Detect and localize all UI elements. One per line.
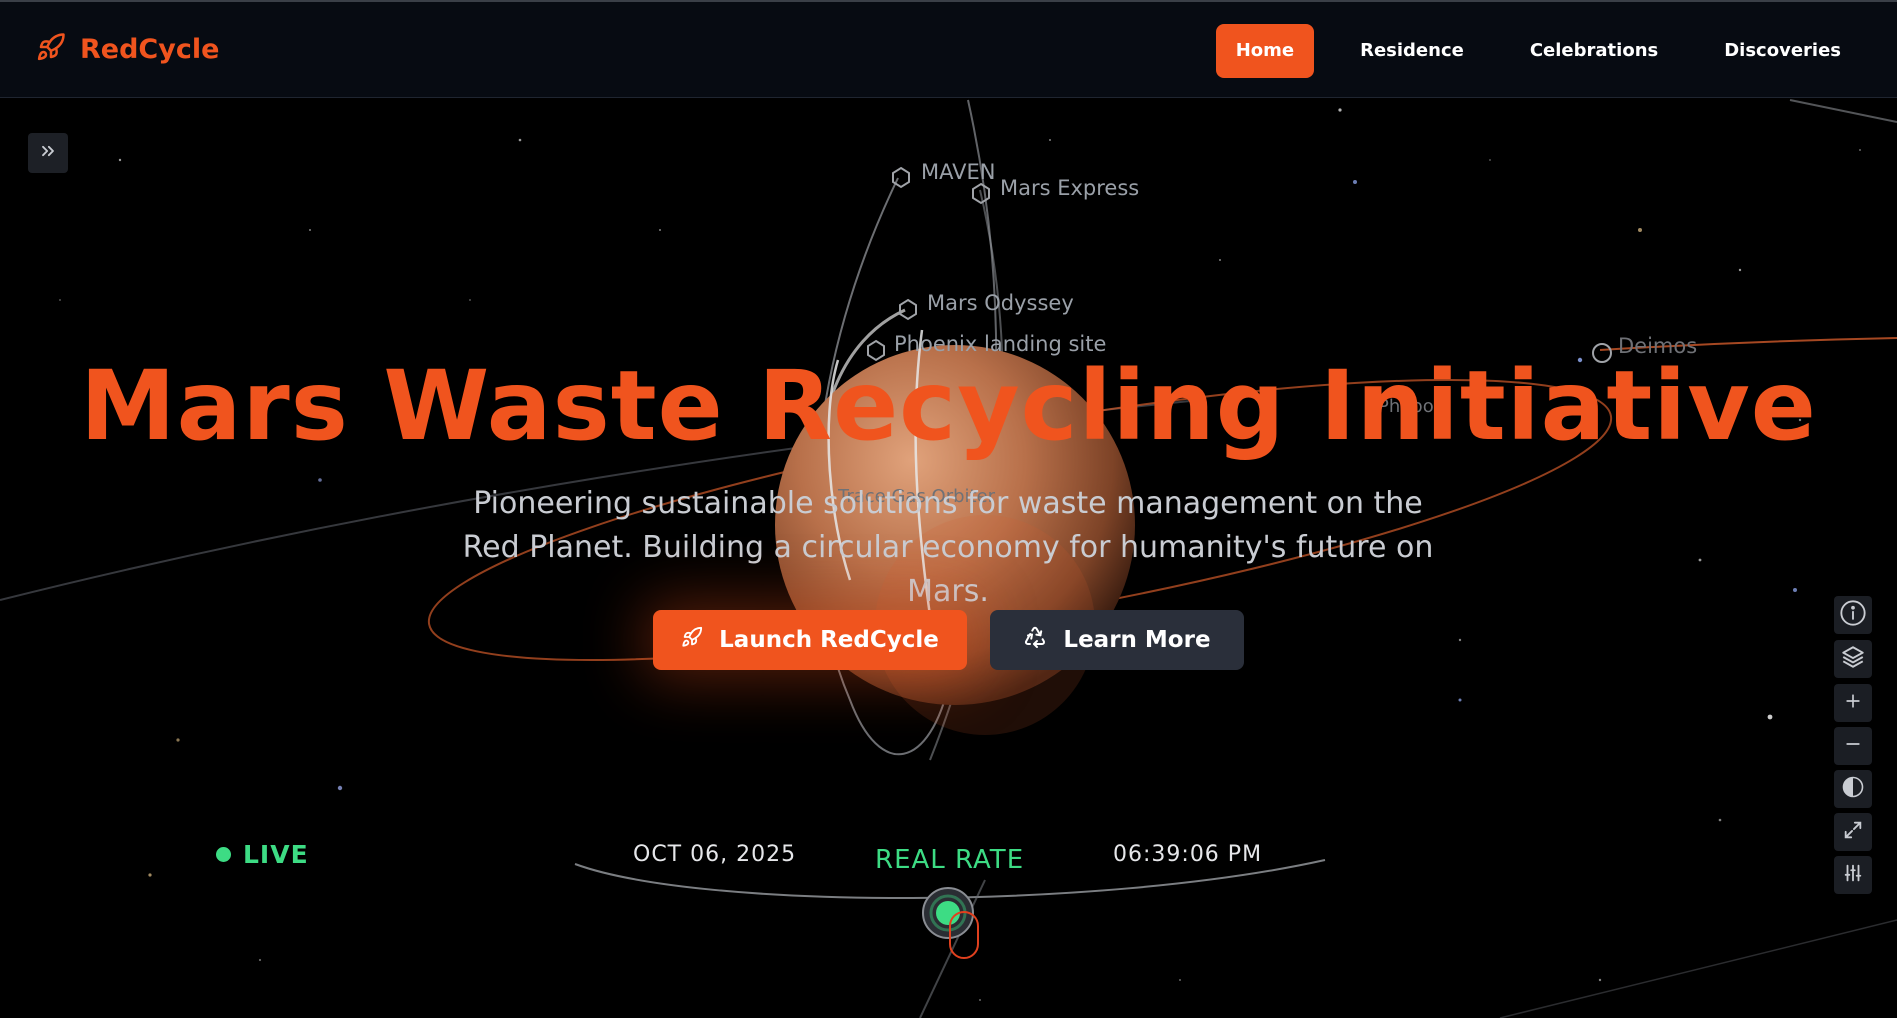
launch-redcycle-button[interactable]: Launch RedCycle xyxy=(653,610,967,670)
brand-name: RedCycle xyxy=(80,34,220,65)
fullscreen-icon xyxy=(1842,819,1864,846)
nav-residence[interactable]: Residence xyxy=(1340,24,1484,78)
contrast-button[interactable] xyxy=(1834,770,1872,808)
rocket-icon xyxy=(681,626,703,654)
nav-home[interactable]: Home xyxy=(1215,24,1315,78)
learn-more-label: Learn More xyxy=(1063,627,1211,653)
double-chevron-right-icon xyxy=(38,141,58,166)
live-dot xyxy=(216,847,231,862)
info-icon xyxy=(1839,599,1867,632)
settings-sliders-icon xyxy=(1842,862,1864,889)
timeline-rate[interactable]: REAL RATE xyxy=(875,845,1024,875)
zoom-out-button[interactable] xyxy=(1834,727,1872,765)
timeline-time: 06:39:06 PM xyxy=(1113,842,1263,867)
zoom-out-icon xyxy=(1843,734,1863,759)
satellite-label-maven[interactable]: MAVEN xyxy=(921,160,995,184)
brand[interactable]: RedCycle xyxy=(36,32,219,67)
layers-button[interactable] xyxy=(1834,640,1872,678)
settings-button[interactable] xyxy=(1834,856,1872,894)
satellite-label-mars-express[interactable]: Mars Express xyxy=(1000,176,1139,200)
hero-subtitle: Pioneering sustainable solutions for was… xyxy=(462,486,1434,609)
hero-title: Mars Waste Recycling Initiative xyxy=(80,350,1817,462)
fullscreen-button[interactable] xyxy=(1834,813,1872,851)
main-nav: Home Residence Celebrations Discoveries xyxy=(1215,24,1861,78)
timeline-date: OCT 06, 2025 xyxy=(633,842,797,867)
rocket-icon xyxy=(36,32,66,67)
layers-icon xyxy=(1840,644,1866,675)
launch-redcycle-label: Launch RedCycle xyxy=(719,627,939,653)
nav-celebrations[interactable]: Celebrations xyxy=(1510,24,1678,78)
top-navigation-bar: RedCycle Home Residence Celebrations Dis… xyxy=(0,0,1897,98)
satellite-label-mars-odyssey[interactable]: Mars Odyssey xyxy=(927,291,1074,315)
live-label: LIVE xyxy=(243,840,309,869)
live-indicator[interactable]: LIVE xyxy=(216,840,309,869)
zoom-in-button[interactable] xyxy=(1834,684,1872,722)
learn-more-button[interactable]: Learn More xyxy=(990,610,1244,670)
zoom-in-icon xyxy=(1843,691,1863,716)
recycle-icon xyxy=(1023,625,1047,655)
info-button[interactable] xyxy=(1834,596,1872,634)
contrast-icon xyxy=(1841,775,1865,804)
nav-discoveries[interactable]: Discoveries xyxy=(1704,24,1861,78)
sidebar-toggle-button[interactable] xyxy=(28,133,68,173)
